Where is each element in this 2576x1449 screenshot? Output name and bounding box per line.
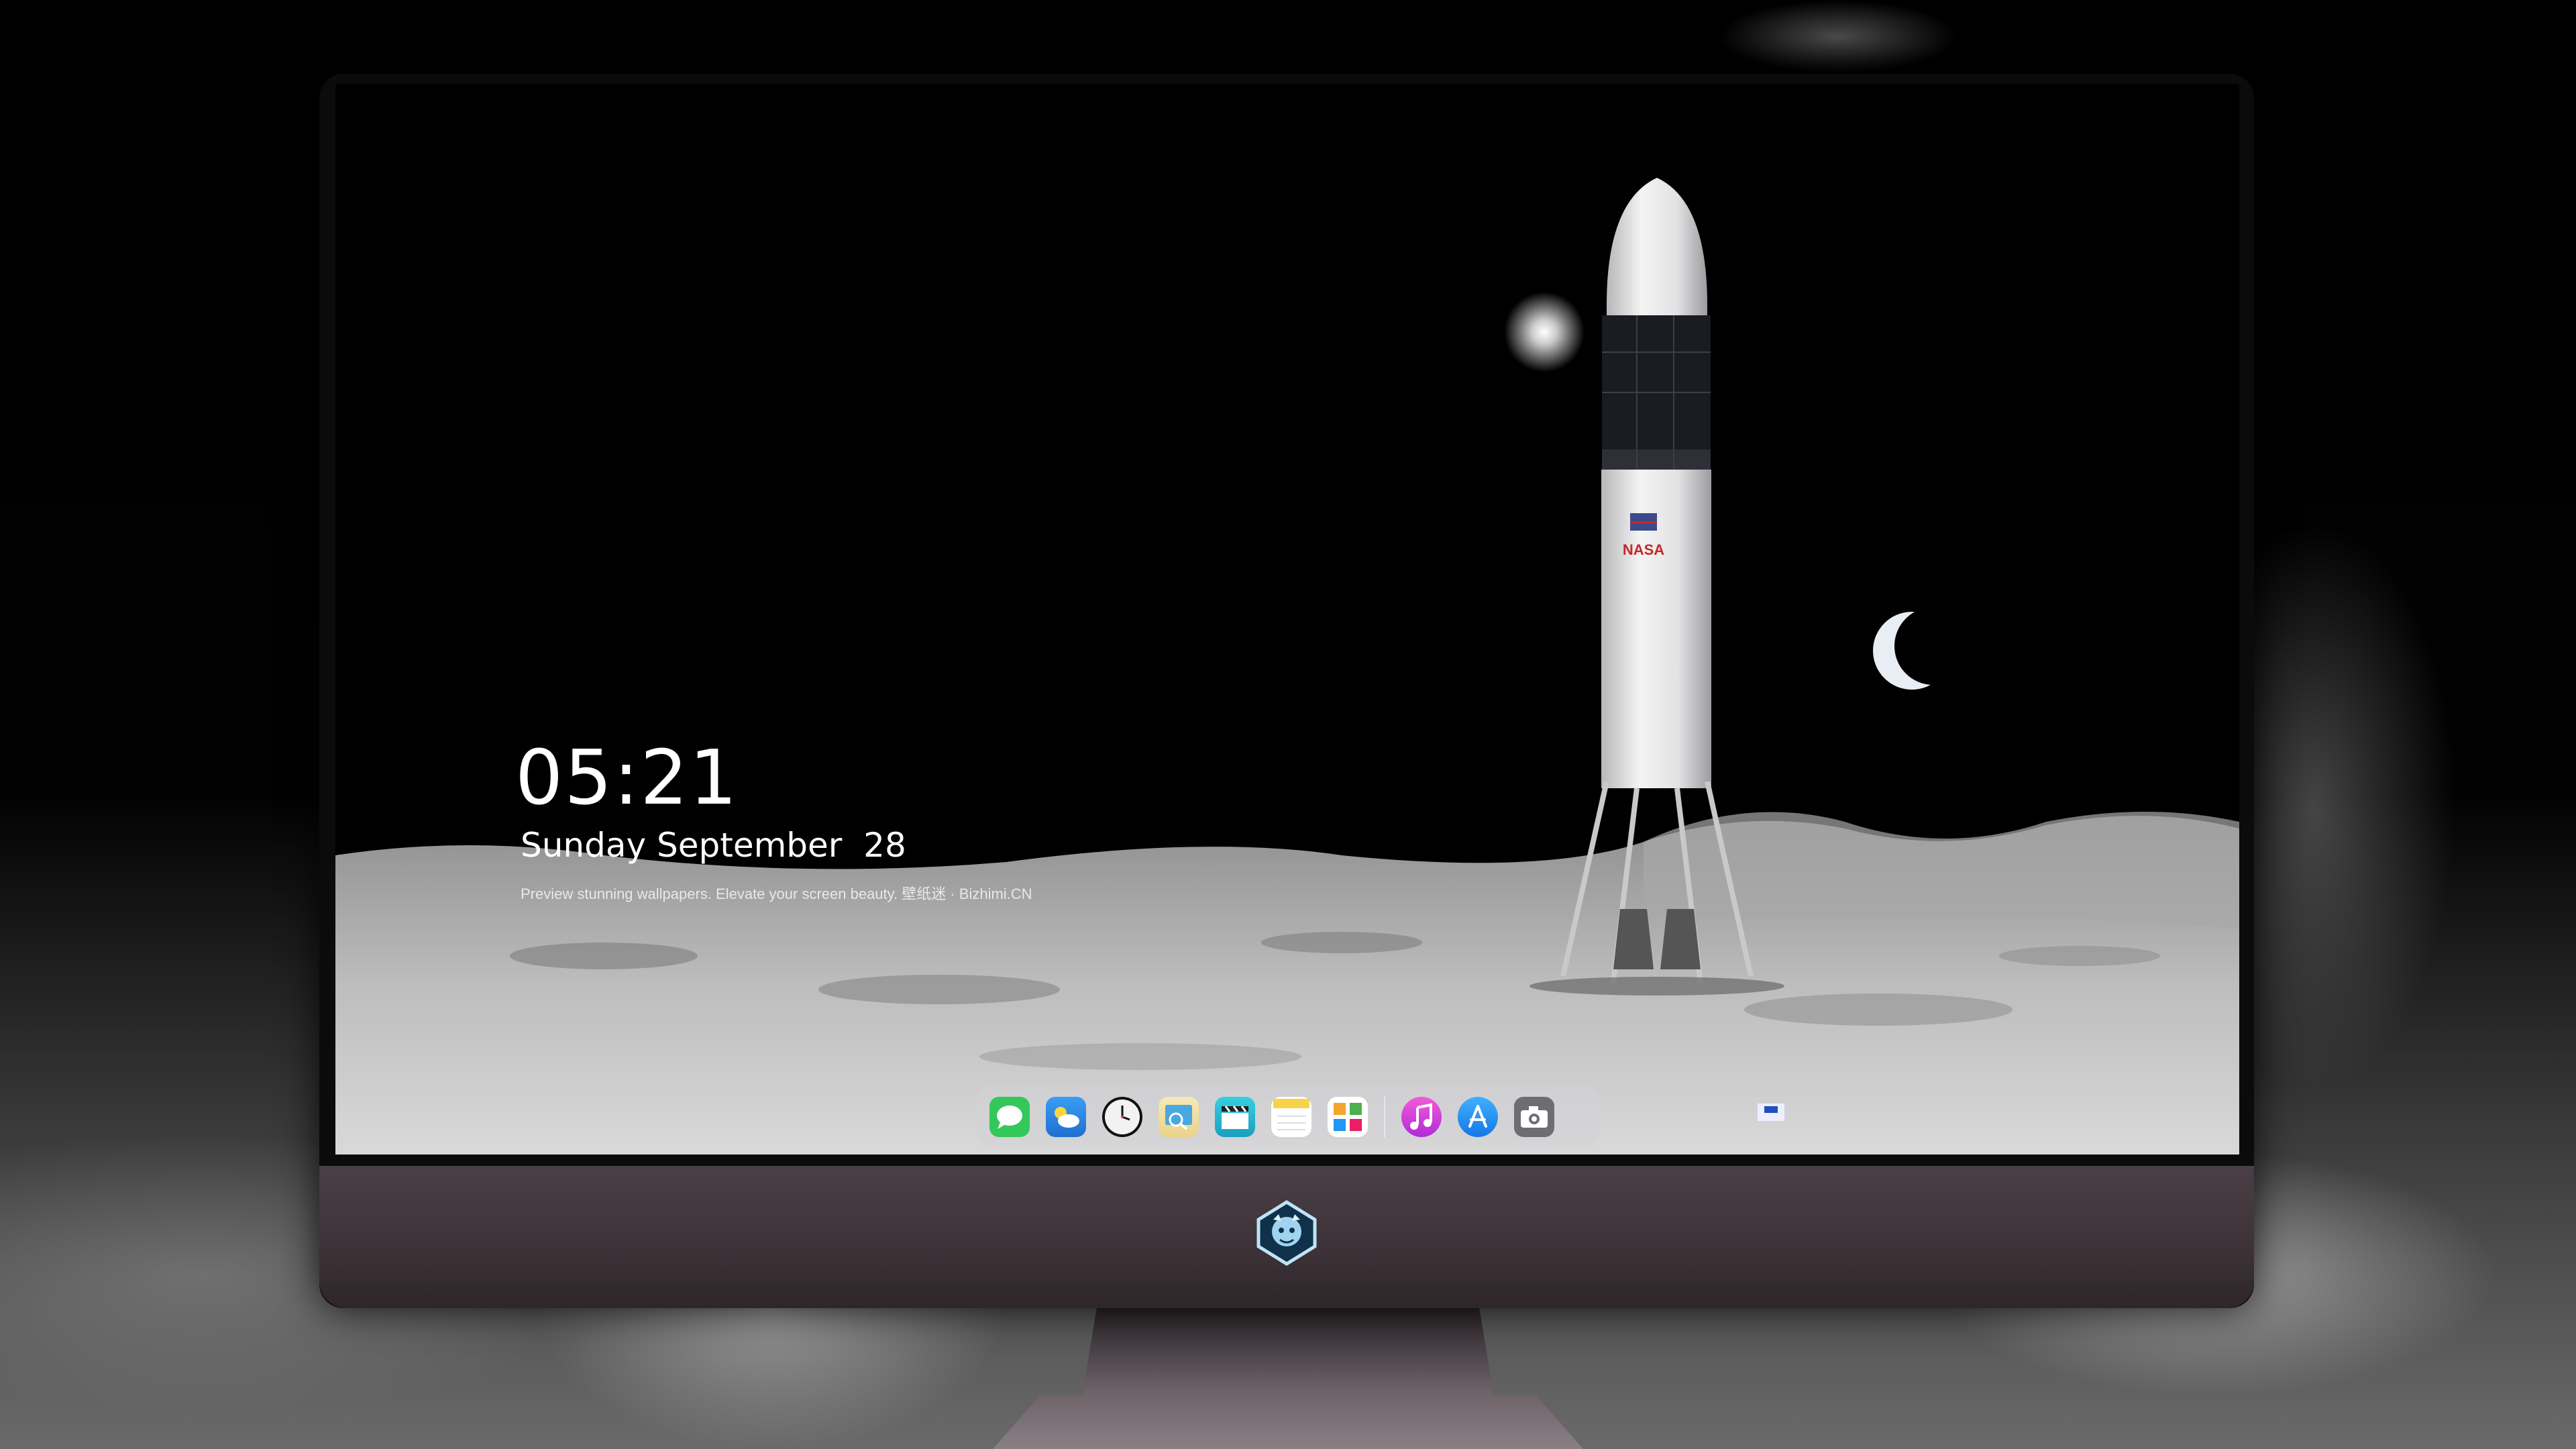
monitor-stand-base <box>993 1395 1583 1449</box>
background-highlight <box>1717 0 1959 74</box>
weather-icon <box>1055 1107 1079 1128</box>
mascot-logo-icon <box>1256 1200 1317 1266</box>
nasa-logo: NASA <box>1623 541 1664 558</box>
dock-app-notes[interactable] <box>1271 1097 1311 1137</box>
lunar-wallpaper: NASA <box>335 178 2239 1155</box>
camera-icon <box>1521 1106 1548 1128</box>
notes-icon <box>1273 1099 1309 1130</box>
lockscreen-tagline: Preview stunning wallpapers. Elevate you… <box>521 885 1032 902</box>
dock-app-clock[interactable] <box>1102 1097 1142 1137</box>
dock-app-camera[interactable] <box>1514 1097 1554 1137</box>
monitor-stand-neck <box>1080 1308 1496 1409</box>
lockscreen-time: 05:21 <box>515 735 739 822</box>
dock-app-app-store[interactable] <box>1458 1097 1498 1137</box>
dock-app-messages[interactable] <box>989 1097 1030 1137</box>
dock <box>976 1086 1600 1148</box>
lockscreen-date: Sunday September 28 <box>521 826 906 865</box>
desktop-screen: NASA 05:21 Sunday September 28 Preview s… <box>335 84 2239 1155</box>
dock-app-weather[interactable] <box>1046 1097 1086 1137</box>
clock-icon <box>1105 1099 1140 1134</box>
dock-separator <box>1384 1096 1385 1138</box>
dock-app-clips[interactable] <box>1215 1097 1255 1137</box>
dock-app-music[interactable] <box>1401 1097 1442 1137</box>
preview-icon <box>1165 1105 1192 1130</box>
dock-app-photos[interactable] <box>1328 1097 1368 1137</box>
messages-icon <box>997 1106 1022 1129</box>
app-store-icon <box>1468 1105 1487 1128</box>
music-icon <box>1410 1103 1432 1130</box>
photos-icon <box>1334 1103 1362 1131</box>
clips-icon <box>1222 1106 1248 1129</box>
dock-app-preview[interactable] <box>1159 1097 1199 1137</box>
